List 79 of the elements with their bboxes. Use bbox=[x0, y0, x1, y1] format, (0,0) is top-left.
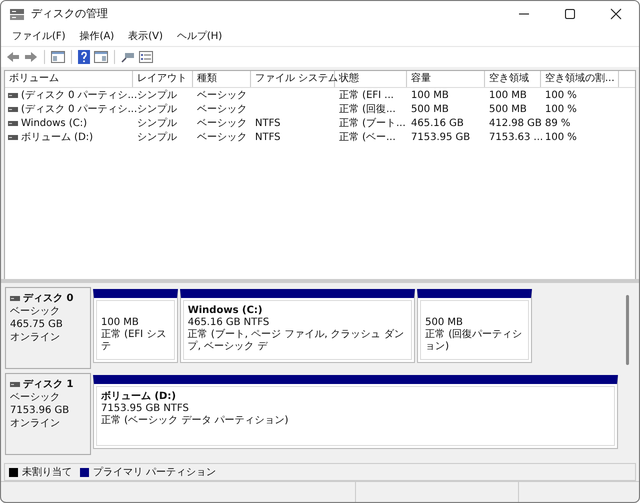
table-cell-text: 100 % bbox=[544, 90, 578, 100]
menu-item[interactable]: 表示(V) bbox=[121, 29, 170, 43]
partition-size: 100 MB bbox=[101, 317, 140, 328]
volume-name[interactable]: Windows (C:) bbox=[21, 118, 87, 128]
partition-size: 500 MB bbox=[425, 317, 464, 328]
table-cell-text: NTFS bbox=[254, 132, 282, 142]
column-header[interactable]: ファイル システム bbox=[251, 71, 335, 87]
properties-icon[interactable] bbox=[139, 51, 153, 63]
disk-name: ディスク 1 bbox=[23, 378, 74, 391]
table-cell-text: ベーシック bbox=[196, 89, 248, 102]
disk-type: ベーシック bbox=[10, 305, 61, 318]
console-tree-icon[interactable] bbox=[51, 51, 65, 63]
partition-status: 正常 (回復パーティション) bbox=[425, 329, 524, 353]
partition-size: 7153.95 GB NTFS bbox=[101, 403, 190, 414]
partition-block[interactable]: 500 MB 正常 (回復パーティション) bbox=[417, 289, 532, 363]
disk-status: オンライン bbox=[10, 331, 61, 344]
drive-icon bbox=[8, 120, 18, 126]
partition-block[interactable]: 100 MB 正常 (EFI システ bbox=[93, 289, 178, 363]
partition-block[interactable]: ボリューム (D:) 7153.95 GB NTFS 正常 (ベーシック データ パーティション) bbox=[93, 375, 618, 449]
partition-name: ボリューム (D:) bbox=[101, 391, 177, 403]
disk-status: オンライン bbox=[10, 417, 61, 430]
column-header[interactable]: レイアウト bbox=[133, 71, 193, 87]
disk-type: ベーシック bbox=[10, 391, 61, 404]
connect-icon[interactable] bbox=[121, 51, 135, 63]
volume-name[interactable]: (ディスク 0 パーティシ... bbox=[21, 88, 138, 102]
table-cell-text: ベーシック bbox=[196, 103, 248, 116]
table-cell-text: 正常 (回復... bbox=[338, 102, 397, 116]
drive-icon bbox=[8, 106, 18, 112]
table-cell-text: ベーシック bbox=[196, 117, 248, 130]
table-cell-text: ベーシック bbox=[196, 131, 248, 144]
legend-label: 未割り当て bbox=[22, 466, 72, 479]
table-cell-text: シンプル bbox=[136, 116, 178, 130]
table-cell-text: 412.98 GB bbox=[488, 118, 541, 128]
help-icon[interactable] bbox=[78, 50, 90, 64]
drive-icon bbox=[8, 92, 18, 98]
table-cell-text: 465.16 GB bbox=[410, 118, 465, 128]
volume-name[interactable]: (ディスク 0 パーティシ... bbox=[21, 102, 138, 116]
close-icon[interactable] bbox=[610, 8, 622, 20]
column-header[interactable]: 空き領域の割... bbox=[541, 71, 619, 87]
partition-name: Windows (C:) bbox=[188, 305, 264, 317]
table-cell-text: 100 % bbox=[544, 104, 578, 114]
table-cell-text: シンプル bbox=[136, 130, 178, 144]
table-cell-text: 正常 (EFI ... bbox=[338, 88, 395, 102]
forward-arrow-icon[interactable] bbox=[24, 51, 38, 63]
table-cell-text: 100 MB bbox=[488, 90, 528, 100]
scrollbar[interactable] bbox=[626, 295, 629, 365]
maximize-icon[interactable] bbox=[564, 8, 576, 20]
partition-block[interactable]: Windows (C:) 465.16 GB NTFS 正常 (ブート, ページ ファイル, クラッシュ ダンプ, ベーシック デ bbox=[180, 289, 416, 363]
table-cell-text: 正常 (ベー... bbox=[338, 130, 397, 144]
column-header[interactable]: ボリューム bbox=[5, 71, 133, 87]
partition-status: 正常 (ベーシック データ パーティション) bbox=[101, 415, 290, 427]
table-cell-text: NTFS bbox=[254, 118, 282, 128]
window-title: ディスクの管理 bbox=[31, 6, 108, 21]
table-cell-text: 500 MB bbox=[410, 104, 450, 114]
partition-size: 465.16 GB NTFS bbox=[188, 317, 270, 328]
volume-name[interactable]: ボリューム (D:) bbox=[21, 130, 94, 144]
table-cell-text: 7153.63 ... bbox=[488, 132, 541, 142]
column-header[interactable]: 容量 bbox=[407, 71, 485, 87]
drive-icon bbox=[8, 134, 18, 140]
disk-size: 7153.96 GB bbox=[10, 404, 70, 417]
menu-item[interactable]: ヘルプ(H) bbox=[170, 29, 230, 43]
table-cell-text: 89 % bbox=[544, 118, 572, 128]
column-header[interactable]: 空き領域 bbox=[485, 71, 541, 87]
table-cell-text: 7153.95 GB bbox=[410, 132, 472, 142]
disk-name: ディスク 0 bbox=[23, 292, 74, 305]
action-pane-icon[interactable] bbox=[94, 51, 108, 63]
menu-item[interactable]: 操作(A) bbox=[72, 29, 122, 43]
column-header[interactable]: 種類 bbox=[193, 71, 251, 87]
table-cell-text: 正常 (ブート... bbox=[338, 116, 407, 130]
legend-label: プライマリ パーティション bbox=[93, 466, 216, 479]
back-arrow-icon[interactable] bbox=[6, 51, 20, 63]
table-cell-text: 500 MB bbox=[488, 104, 528, 114]
table-cell-text: 100 MB bbox=[410, 90, 450, 100]
partition-status: 正常 (ブート, ページ ファイル, クラッシュ ダンプ, ベーシック デ bbox=[188, 329, 405, 353]
partition-status: 正常 (EFI システ bbox=[101, 329, 168, 353]
disk-management-icon bbox=[9, 6, 25, 20]
disk-size: 465.75 GB bbox=[10, 318, 64, 331]
menu-item[interactable]: ファイル(F) bbox=[5, 29, 73, 43]
table-cell-text: 100 % bbox=[544, 132, 578, 142]
